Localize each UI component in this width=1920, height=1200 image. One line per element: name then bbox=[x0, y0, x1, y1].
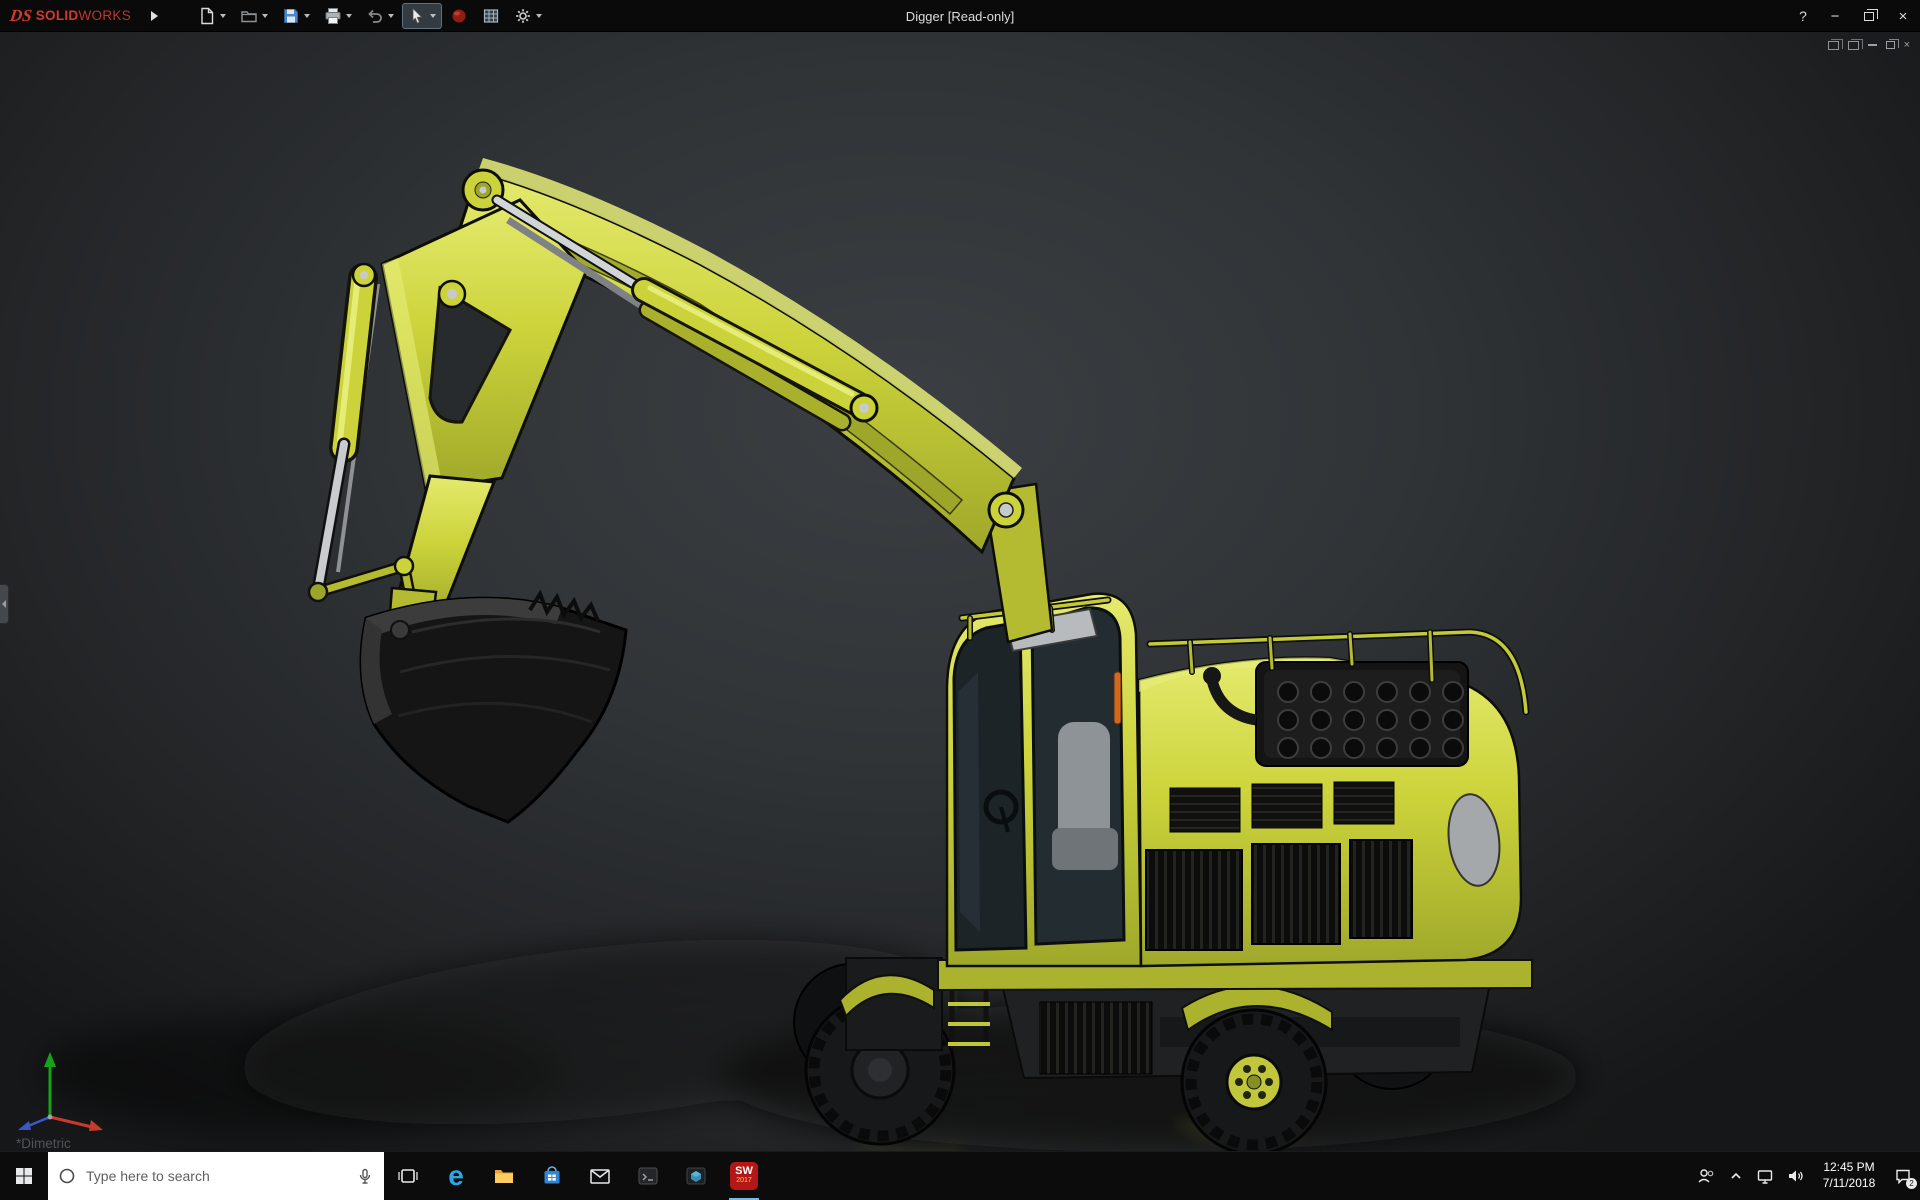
view-orientation-label: *Dimetric bbox=[16, 1136, 71, 1151]
triad-z-axis bbox=[18, 1117, 50, 1130]
print-button[interactable] bbox=[318, 3, 358, 29]
dropdown-caret-icon[interactable] bbox=[346, 14, 352, 18]
people-icon bbox=[1696, 1166, 1716, 1186]
file-explorer-button[interactable] bbox=[480, 1152, 528, 1200]
undo-button[interactable] bbox=[360, 3, 400, 29]
doc-restore-button[interactable] bbox=[1886, 38, 1895, 52]
people-button[interactable] bbox=[1696, 1166, 1716, 1186]
clock-date: 7/11/2018 bbox=[1816, 1176, 1882, 1192]
excavator-model[interactable] bbox=[0, 32, 1920, 1151]
undo-arrow-icon bbox=[366, 7, 384, 25]
excavator-bucket[interactable] bbox=[361, 594, 626, 822]
chevron-up-icon bbox=[1728, 1168, 1744, 1184]
speaker-icon bbox=[1786, 1167, 1804, 1185]
task-view-icon bbox=[396, 1164, 420, 1188]
store-button[interactable] bbox=[528, 1152, 576, 1200]
select-tool-button[interactable] bbox=[402, 3, 442, 29]
doc-close-button[interactable]: × bbox=[1904, 38, 1910, 52]
triad-x-axis bbox=[50, 1117, 103, 1131]
taskbar-search-box[interactable] bbox=[48, 1152, 384, 1200]
open-button[interactable] bbox=[234, 3, 274, 29]
excavator-cab[interactable] bbox=[947, 594, 1141, 966]
solidworks-2017-icon: SW 2017 bbox=[730, 1162, 758, 1190]
close-button[interactable]: × bbox=[1886, 0, 1920, 32]
help-button[interactable]: ? bbox=[1788, 0, 1818, 32]
rebuild-button[interactable] bbox=[444, 3, 474, 29]
dropdown-caret-icon[interactable] bbox=[536, 14, 542, 18]
store-bag-icon bbox=[540, 1164, 564, 1188]
document-window-controls: × bbox=[1828, 38, 1910, 52]
search-input[interactable] bbox=[84, 1167, 348, 1185]
feature-manager-collapsed-tab[interactable] bbox=[0, 584, 9, 624]
cube-app-button[interactable] bbox=[672, 1152, 720, 1200]
maximize-restore-button[interactable] bbox=[1852, 0, 1886, 32]
folder-icon bbox=[492, 1164, 516, 1188]
clock-time: 12:45 PM bbox=[1816, 1160, 1882, 1176]
microphone-icon[interactable] bbox=[356, 1167, 374, 1185]
brand-works-text: WORKS bbox=[79, 8, 132, 23]
rebuild-sphere-icon bbox=[450, 7, 468, 25]
titlebar: DS SOLIDWORKS bbox=[0, 0, 1920, 32]
doc-new-window-icon[interactable] bbox=[1828, 38, 1839, 52]
save-button[interactable] bbox=[276, 3, 316, 29]
save-floppy-icon bbox=[282, 7, 300, 25]
minimize-button[interactable]: − bbox=[1818, 0, 1852, 32]
notification-badge: 2 bbox=[1906, 1178, 1917, 1189]
action-center-button[interactable]: 2 bbox=[1894, 1167, 1912, 1185]
mail-button[interactable] bbox=[576, 1152, 624, 1200]
graphics-viewport[interactable]: × *Dimetric bbox=[0, 32, 1920, 1151]
document-title: Digger [Read-only] bbox=[906, 0, 1014, 32]
edge-browser-button[interactable]: e bbox=[432, 1152, 480, 1200]
dropdown-caret-icon[interactable] bbox=[304, 14, 310, 18]
console-icon bbox=[636, 1164, 660, 1188]
dropdown-caret-icon[interactable] bbox=[220, 14, 226, 18]
file-properties-button[interactable] bbox=[476, 3, 506, 29]
taskbar-clock[interactable]: 12:45 PM 7/11/2018 bbox=[1816, 1160, 1882, 1191]
excavator-boom[interactable] bbox=[382, 158, 1052, 642]
task-view-button[interactable] bbox=[384, 1152, 432, 1200]
system-tray: 12:45 PM 7/11/2018 2 bbox=[1692, 1152, 1920, 1200]
new-document-button[interactable] bbox=[192, 3, 232, 29]
edge-icon: e bbox=[448, 1162, 464, 1190]
dropdown-caret-icon[interactable] bbox=[430, 14, 436, 18]
ds-logo-icon: DS bbox=[9, 6, 34, 26]
brand-solid-text: SOLID bbox=[36, 8, 79, 23]
cube-icon bbox=[684, 1164, 708, 1188]
volume-button[interactable] bbox=[1786, 1167, 1804, 1185]
dropdown-caret-icon[interactable] bbox=[262, 14, 268, 18]
network-icon bbox=[1756, 1167, 1774, 1185]
window-caption-buttons: ? − × bbox=[1788, 0, 1920, 32]
solidworks-app-button[interactable]: SW 2017 bbox=[720, 1152, 768, 1200]
file-properties-icon bbox=[482, 7, 500, 25]
dropdown-caret-icon[interactable] bbox=[388, 14, 394, 18]
open-folder-icon bbox=[240, 7, 258, 25]
new-document-icon bbox=[198, 7, 216, 25]
doc-minimize-button[interactable] bbox=[1868, 38, 1877, 52]
gear-icon bbox=[514, 7, 532, 25]
restore-icon bbox=[1864, 12, 1874, 21]
doc-tile-window-icon[interactable] bbox=[1848, 38, 1859, 52]
solidworks-logo: DS SOLIDWORKS bbox=[0, 0, 141, 31]
windows-logo-icon bbox=[14, 1166, 34, 1186]
mail-envelope-icon bbox=[588, 1164, 612, 1188]
taskbar-spacer bbox=[768, 1152, 1692, 1200]
options-button[interactable] bbox=[508, 3, 548, 29]
orientation-triad-icon bbox=[10, 1047, 110, 1133]
menu-expand-arrow-icon[interactable] bbox=[151, 11, 158, 21]
console-app-button[interactable] bbox=[624, 1152, 672, 1200]
cortana-circle-icon bbox=[58, 1167, 76, 1185]
tray-overflow-button[interactable] bbox=[1728, 1168, 1744, 1184]
network-button[interactable] bbox=[1756, 1167, 1774, 1185]
windows-taskbar: e SW 2017 12:45 PM bbox=[0, 1151, 1920, 1200]
select-cursor-icon bbox=[408, 7, 426, 25]
triad-y-axis bbox=[44, 1052, 56, 1117]
print-icon bbox=[324, 7, 342, 25]
quick-toolbar bbox=[192, 3, 548, 29]
start-button[interactable] bbox=[0, 1152, 48, 1200]
